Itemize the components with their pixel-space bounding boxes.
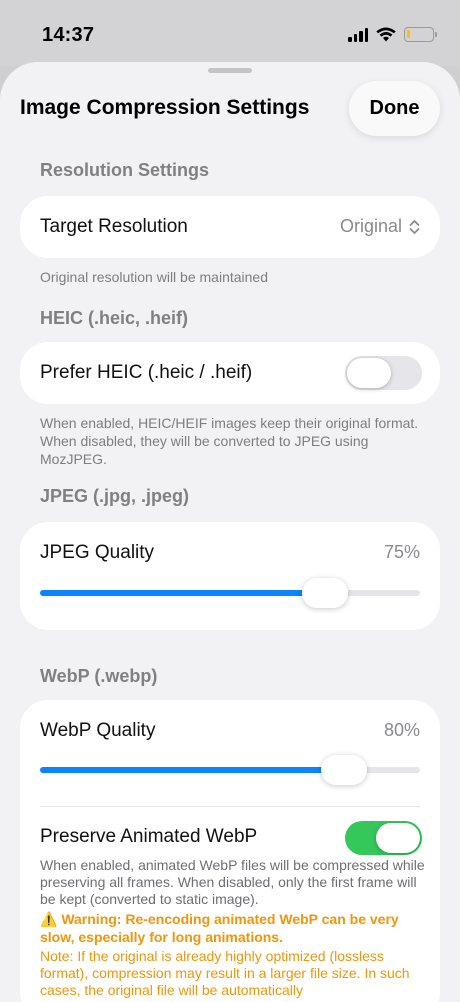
webp-card: WebP Quality 80% Preserve Animated WebP … — [20, 700, 440, 1002]
webp-quality-label: WebP Quality — [40, 720, 156, 741]
target-resolution-value: Original — [339, 216, 402, 236]
preserve-animated-webp-toggle[interactable] — [345, 821, 422, 855]
wifi-icon — [376, 27, 396, 42]
status-bar: 14:37 — [0, 0, 460, 66]
sheet-grabber[interactable] — [208, 68, 252, 73]
animated-webp-warning: ⚠️ Warning: Re-encoding animated WebP ca… — [40, 911, 399, 945]
jpeg-quality-value: 75% — [383, 542, 420, 562]
resolution-card: Target Resolution Original — [20, 196, 440, 258]
slider-thumb[interactable] — [321, 755, 367, 785]
slider-fill — [40, 767, 344, 773]
target-resolution-label: Target Resolution — [40, 216, 188, 237]
battery-level — [407, 30, 411, 38]
preserve-animated-webp-label: Preserve Animated WebP — [40, 826, 258, 847]
section-header-heic: HEIC (.heic, .heif) — [40, 308, 189, 328]
chevron-up-down-icon — [409, 219, 420, 235]
webp-quality-value: 80% — [383, 720, 420, 740]
target-resolution-picker[interactable]: Original — [340, 216, 420, 237]
section-header-resolution: Resolution Settings — [40, 160, 210, 180]
cellular-signal-icon — [348, 27, 368, 42]
divider — [40, 806, 420, 807]
slider-thumb[interactable] — [302, 578, 348, 608]
jpeg-quality-label: JPEG Quality — [40, 542, 155, 563]
jpeg-quality-slider[interactable] — [40, 578, 420, 608]
webp-quality-slider[interactable] — [40, 755, 420, 785]
section-header-jpeg: JPEG (.jpg, .jpeg) — [40, 486, 190, 506]
heic-footnote: When enabled, HEIC/HEIF images keep thei… — [40, 415, 419, 467]
section-header-webp: WebP (.webp) — [40, 666, 158, 686]
animated-webp-note: Note: If the original is already highly … — [40, 948, 410, 998]
status-icons — [348, 27, 437, 42]
prefer-heic-label: Prefer HEIC (.heic / .heif) — [40, 362, 253, 383]
jpeg-card: JPEG Quality 75% — [20, 522, 440, 630]
status-time: 14:37 — [42, 24, 95, 46]
toggle-knob — [376, 823, 420, 853]
sheet-title: Image Compression Settings — [20, 96, 310, 119]
resolution-footnote: Original resolution will be maintained — [40, 269, 269, 285]
done-button[interactable]: Done — [349, 81, 440, 136]
battery-icon — [404, 27, 437, 42]
heic-card: Prefer HEIC (.heic / .heif) — [20, 342, 440, 404]
animated-webp-description: When enabled, animated WebP files will b… — [40, 857, 425, 907]
settings-sheet: Image Compression Settings Done Resoluti… — [0, 62, 460, 1002]
prefer-heic-toggle[interactable] — [345, 356, 422, 390]
toggle-knob — [347, 358, 391, 388]
slider-fill — [40, 590, 325, 596]
